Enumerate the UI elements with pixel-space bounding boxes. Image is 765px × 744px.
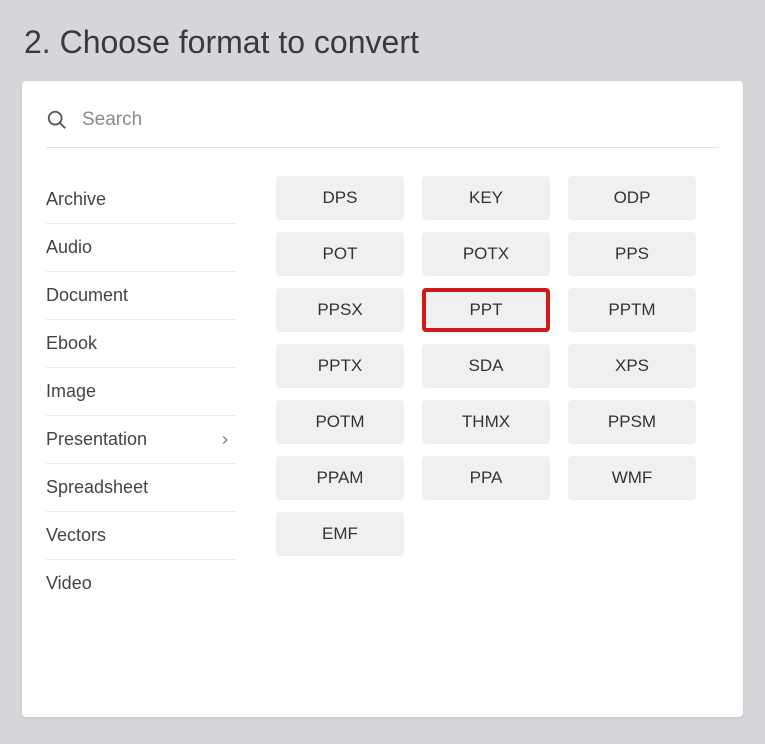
sidebar-item-label: Ebook [46, 333, 97, 354]
format-emf[interactable]: EMF [276, 512, 404, 556]
format-pps[interactable]: PPS [568, 232, 696, 276]
format-pptx[interactable]: PPTX [276, 344, 404, 388]
sidebar-item-label: Video [46, 573, 92, 594]
format-dps[interactable]: DPS [276, 176, 404, 220]
format-odp[interactable]: ODP [568, 176, 696, 220]
sidebar-item-video[interactable]: Video [46, 560, 236, 607]
format-card: Archive Audio Document Ebook Image Prese… [22, 81, 743, 717]
content-area: Archive Audio Document Ebook Image Prese… [46, 176, 719, 607]
sidebar-item-audio[interactable]: Audio [46, 224, 236, 272]
format-pot[interactable]: POT [276, 232, 404, 276]
sidebar-item-label: Vectors [46, 525, 106, 546]
sidebar-item-label: Archive [46, 189, 106, 210]
format-thmx[interactable]: THMX [422, 400, 550, 444]
sidebar-item-image[interactable]: Image [46, 368, 236, 416]
format-potm[interactable]: POTM [276, 400, 404, 444]
sidebar-item-spreadsheet[interactable]: Spreadsheet [46, 464, 236, 512]
category-sidebar: Archive Audio Document Ebook Image Prese… [46, 176, 236, 607]
page-title: 2. Choose format to convert [0, 0, 765, 81]
format-ppa[interactable]: PPA [422, 456, 550, 500]
search-input[interactable] [82, 109, 719, 131]
format-ppt[interactable]: PPT [422, 288, 550, 332]
sidebar-item-label: Image [46, 381, 96, 402]
sidebar-item-label: Document [46, 285, 128, 306]
format-grid: DPS KEY ODP POT POTX PPS PPSX PPT PPTM P… [276, 176, 696, 607]
sidebar-item-presentation[interactable]: Presentation [46, 416, 236, 464]
sidebar-item-archive[interactable]: Archive [46, 176, 236, 224]
sidebar-item-label: Audio [46, 237, 92, 258]
format-ppsx[interactable]: PPSX [276, 288, 404, 332]
format-xps[interactable]: XPS [568, 344, 696, 388]
format-ppsm[interactable]: PPSM [568, 400, 696, 444]
chevron-right-icon [218, 433, 232, 447]
search-row [46, 109, 719, 148]
sidebar-item-label: Presentation [46, 429, 147, 450]
sidebar-item-ebook[interactable]: Ebook [46, 320, 236, 368]
sidebar-item-document[interactable]: Document [46, 272, 236, 320]
search-icon [46, 109, 68, 131]
sidebar-item-vectors[interactable]: Vectors [46, 512, 236, 560]
format-ppam[interactable]: PPAM [276, 456, 404, 500]
format-potx[interactable]: POTX [422, 232, 550, 276]
format-sda[interactable]: SDA [422, 344, 550, 388]
sidebar-item-label: Spreadsheet [46, 477, 148, 498]
format-pptm[interactable]: PPTM [568, 288, 696, 332]
format-wmf[interactable]: WMF [568, 456, 696, 500]
format-key[interactable]: KEY [422, 176, 550, 220]
